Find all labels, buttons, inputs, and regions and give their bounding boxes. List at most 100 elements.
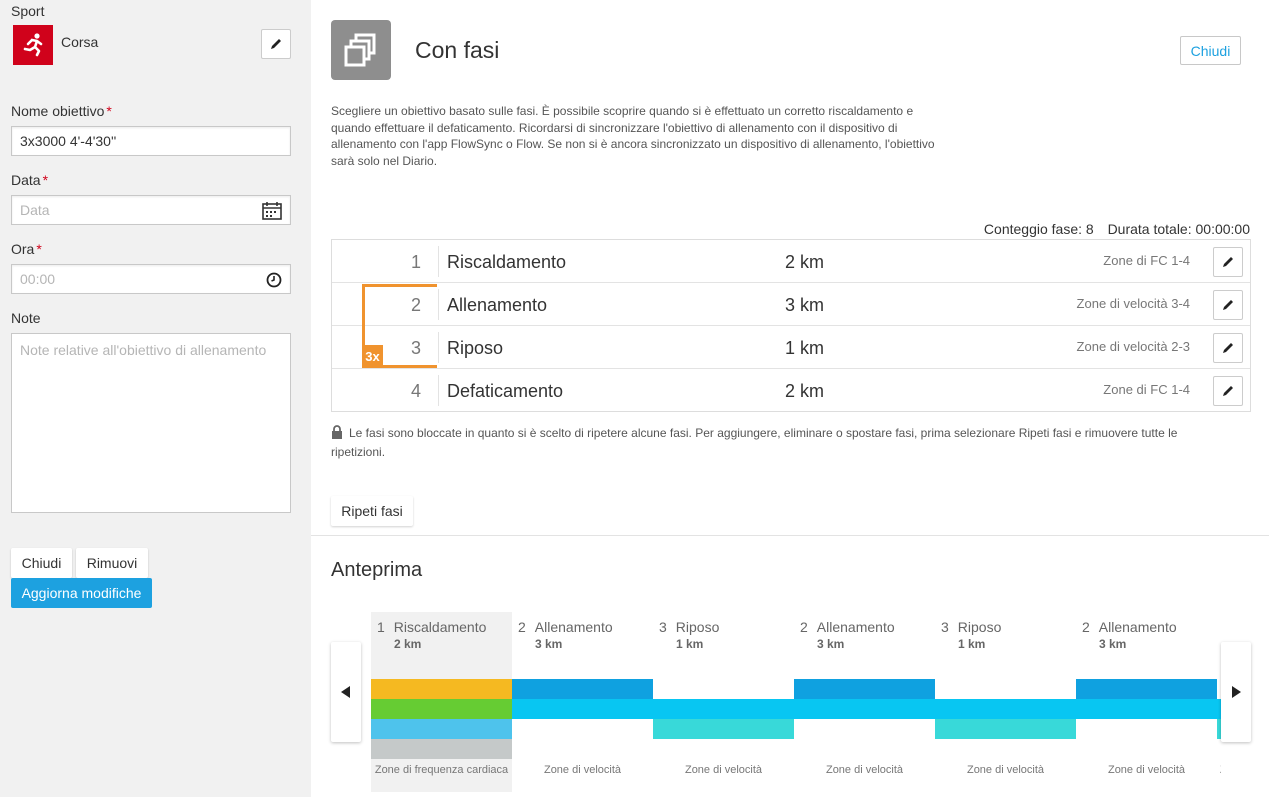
time-label: Ora *	[11, 241, 42, 257]
phase-zone: Zone di velocità 3-4	[1076, 296, 1190, 311]
speed-zone-2-band	[935, 719, 1076, 739]
phase-distance: 3 km	[785, 295, 825, 315]
preview-phase-name: Allenamento	[1098, 619, 1177, 635]
preview-zone-type: Zone di velocità	[966, 764, 1045, 776]
preview-column[interactable]: 2 Allenamento 3 km Zone di velocità	[512, 612, 653, 792]
notes-label: Note	[11, 310, 41, 326]
phase-zone: Zone di velocità 2-3	[1076, 339, 1190, 354]
speed-zone-3-band	[512, 699, 653, 719]
phase-number: 4	[410, 381, 421, 401]
notes-placeholder: Note relative all'obiettivo di allenamen…	[20, 342, 267, 358]
remove-button[interactable]: Rimuovi	[76, 548, 148, 578]
divider	[311, 535, 1269, 536]
phase-number: 1	[410, 252, 421, 272]
phase-row: 2 Allenamento 3 km Zone di velocità 3-4	[332, 283, 1250, 326]
preview-phase-number: 1	[377, 619, 385, 635]
preview-phase-distance: 1 km	[676, 637, 704, 651]
phase-distance: 1 km	[785, 338, 825, 358]
date-input[interactable]: Data	[11, 195, 291, 225]
speed-zone-3-band	[935, 699, 1076, 719]
main-panel: Con fasi Chiudi Scegliere un obiettivo b…	[311, 0, 1269, 797]
description-text: Scegliere un obiettivo basato sulle fasi…	[331, 104, 935, 168]
preview-zone-type: Zone di velocità	[684, 764, 763, 776]
date-label: Data *	[11, 172, 49, 188]
repeat-phases-button[interactable]: Ripeti fasi	[331, 496, 413, 526]
preview-phase-distance: 3 km	[535, 637, 563, 651]
preview-column[interactable]: 3 Riposo 1 km Zone di velocità	[935, 612, 1076, 792]
sport-name: Corsa	[61, 34, 99, 50]
preview-column[interactable]: 1 Riscaldamento 2 km Zone di frequenza ca…	[371, 612, 512, 792]
repeat-badge: 3x	[362, 345, 383, 368]
phase-zone: Zone di FC 1-4	[1103, 253, 1190, 268]
preview-zone-type: Zone di velocità	[543, 764, 622, 776]
phase-distance: 2 km	[785, 381, 825, 401]
speed-zone-4-band	[1076, 679, 1217, 699]
preview-phase-name: Riscaldamento	[393, 619, 487, 635]
speed-zone-4-band	[512, 679, 653, 699]
preview-zone-type: Zone di velocità	[1107, 764, 1186, 776]
update-changes-button[interactable]: Aggiorna modifiche	[11, 578, 152, 608]
preview-zone-type: Zone di frequenza cardiaca	[374, 764, 509, 776]
preview-column[interactable]: 2 Allenamento 3 km Zone di velocità	[794, 612, 935, 792]
sidebar: Sport Corsa Nome obiettivo * 3x3000 4'-4'…	[0, 0, 311, 797]
phase-name: Riscaldamento	[447, 252, 567, 272]
preview-phase-distance: 3 km	[1099, 637, 1127, 651]
phase-count: Conteggio fase: 8	[983, 221, 1094, 237]
edit-phase-button[interactable]	[1213, 290, 1243, 320]
phase-name: Allenamento	[447, 295, 548, 315]
preview-phase-number: 2	[518, 619, 526, 635]
edit-phase-button[interactable]	[1213, 247, 1243, 277]
target-name-input[interactable]: 3x3000 4'-4'30''	[11, 126, 291, 156]
preview-zone-type: Z	[1220, 764, 1221, 776]
phase-zone: Zone di FC 1-4	[1103, 382, 1190, 397]
time-input[interactable]: 00:00	[11, 264, 291, 294]
pencil-icon	[1223, 343, 1233, 353]
pencil-icon	[271, 39, 281, 49]
hr-zone-3-band	[371, 699, 512, 719]
edit-phase-button[interactable]	[1213, 376, 1243, 406]
phase-row: 3 Riposo 1 km Zone di velocità 2-3	[332, 326, 1250, 369]
preview-chart: 1 Riscaldamento 2 km Zone di frequenza ca…	[371, 612, 1221, 792]
preview-phase-name: Allenamento	[534, 619, 613, 635]
page-title: Con fasi	[415, 37, 500, 63]
preview-phase-distance: 2 km	[394, 637, 422, 651]
edit-sport-button[interactable]	[261, 29, 291, 59]
preview-phase-name: Allenamento	[816, 619, 895, 635]
close-button[interactable]: Chiudi	[11, 548, 72, 578]
preview-phase-distance: 3 km	[817, 637, 845, 651]
clock-icon[interactable]	[266, 272, 282, 291]
phase-name: Defaticamento	[447, 381, 564, 401]
total-duration: Durata totale: 00:00:00	[1107, 221, 1250, 237]
preview-title: Anteprima	[331, 559, 423, 581]
phase-row: 4 Defaticamento 2 km Zone di FC 1-4	[332, 369, 1250, 411]
preview-phase-number: 3	[659, 619, 667, 635]
phase-distance: 2 km	[785, 252, 825, 272]
arrow-left-icon	[341, 686, 350, 698]
speed-zone-3-band	[653, 699, 794, 719]
close-panel-button[interactable]: Chiudi	[1180, 36, 1241, 65]
preview-phase-number: 3	[941, 619, 949, 635]
pencil-icon	[1223, 300, 1233, 310]
preview-phase-distance: 1 km	[958, 637, 986, 651]
preview-phase-number: 2	[1082, 619, 1090, 635]
preview-zone-type: Zone di velocità	[825, 764, 904, 776]
phase-row: 1 Riscaldamento 2 km Zone di FC 1-4	[332, 240, 1250, 283]
arrow-right-icon	[1232, 686, 1241, 698]
speed-zone-3-band	[1076, 699, 1217, 719]
speed-zone-3-band	[794, 699, 935, 719]
running-icon	[13, 25, 53, 65]
edit-phase-button[interactable]	[1213, 333, 1243, 363]
preview-column[interactable]: 2 Allenamento 3 km Zone di velocità	[1076, 612, 1217, 792]
preview-phase-name: Riposo	[675, 619, 720, 635]
phases-icon	[331, 20, 391, 80]
preview-phase-name: Riposo	[957, 619, 1002, 635]
notes-textarea[interactable]: Note relative all'obiettivo di allenamen…	[11, 333, 291, 513]
phase-list: 1 Riscaldamento 2 km Zone di FC 1-4 2 Al…	[331, 239, 1251, 412]
phase-name: Riposo	[447, 338, 504, 358]
pencil-icon	[1223, 257, 1233, 267]
preview-column[interactable]: 3 Riposo 1 km Zone di velocità	[653, 612, 794, 792]
preview-prev-button[interactable]	[331, 642, 361, 742]
calendar-icon[interactable]	[262, 202, 282, 223]
lock-note: Le fasi sono bloccate in quanto si è sce…	[331, 425, 1178, 459]
preview-next-button[interactable]	[1221, 642, 1251, 742]
